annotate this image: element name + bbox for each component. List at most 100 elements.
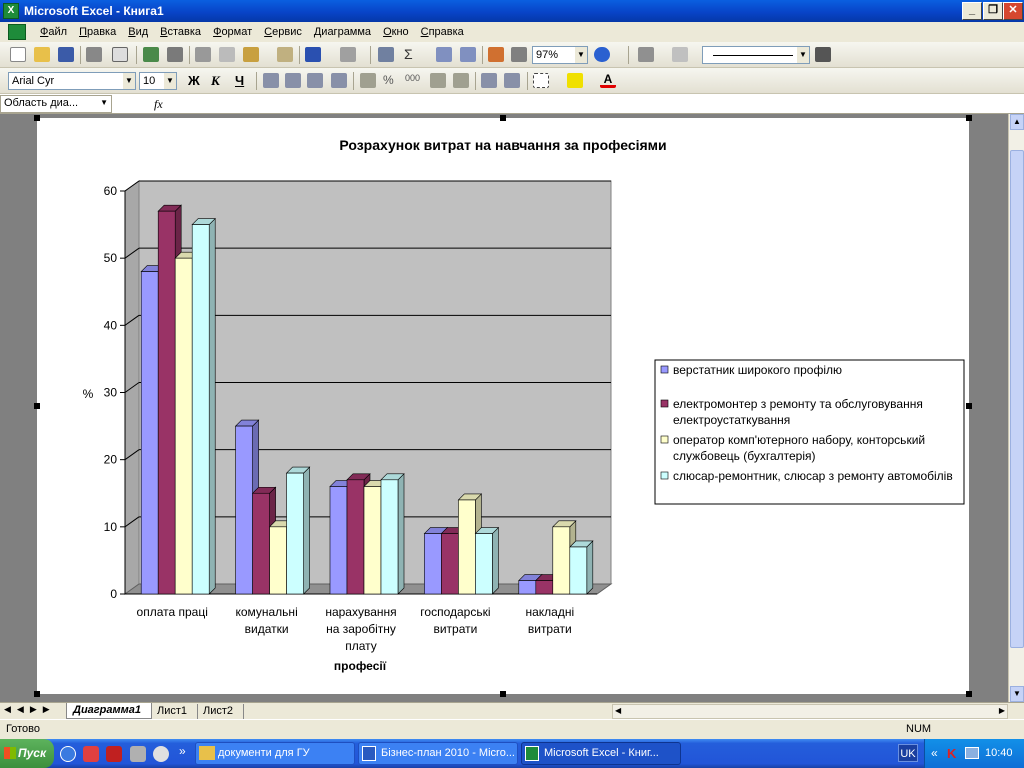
- print-preview-icon[interactable]: [112, 47, 128, 62]
- menu-item[interactable]: Вставка: [154, 25, 207, 39]
- font-size-select[interactable]: 10 ▼: [139, 72, 177, 90]
- menu-item[interactable]: Правка: [73, 25, 122, 39]
- excel-app-icon[interactable]: X: [3, 3, 19, 19]
- paste-icon[interactable]: [243, 47, 259, 62]
- merge-center-icon[interactable]: [331, 73, 347, 88]
- scroll-thumb[interactable]: [1010, 150, 1024, 648]
- vertical-scrollbar[interactable]: ▲ ▼: [1008, 114, 1024, 702]
- task-word[interactable]: Бізнес-план 2010 - Micro...: [358, 742, 518, 765]
- x-tick-label: оплата праці: [137, 605, 208, 619]
- underline-button[interactable]: Ч: [235, 73, 244, 88]
- copy-icon[interactable]: [219, 47, 235, 62]
- ie-icon[interactable]: [60, 746, 76, 762]
- scroll-up-icon[interactable]: ▲: [1010, 114, 1024, 130]
- task-excel[interactable]: Microsoft Excel - Книг...: [521, 742, 681, 765]
- selection-handle[interactable]: [500, 115, 506, 121]
- tab-chart1[interactable]: Диаграмма1: [66, 703, 152, 719]
- increase-indent-icon[interactable]: [504, 73, 520, 88]
- line-style-select[interactable]: ▼: [702, 46, 810, 64]
- bar: [424, 533, 442, 595]
- selection-handle[interactable]: [966, 115, 972, 121]
- eraser-icon[interactable]: [672, 47, 688, 62]
- zoom-select[interactable]: 97% ▼: [532, 46, 588, 64]
- formula-input[interactable]: [172, 95, 1024, 113]
- language-indicator[interactable]: UK: [898, 744, 918, 762]
- more-quicklaunch-icon[interactable]: »: [179, 744, 186, 758]
- antivirus-icon[interactable]: K: [947, 746, 956, 761]
- print-icon[interactable]: [86, 47, 102, 62]
- format-painter-icon[interactable]: [277, 47, 293, 62]
- chart-type-icon[interactable]: [638, 47, 654, 62]
- borders-icon[interactable]: [533, 73, 549, 88]
- italic-button[interactable]: К: [211, 73, 220, 89]
- decrease-indent-icon[interactable]: [481, 73, 497, 88]
- menu-item[interactable]: Файл: [34, 25, 73, 39]
- font-color-icon[interactable]: A: [600, 73, 616, 88]
- fx-icon[interactable]: fx: [154, 97, 163, 112]
- currency-icon[interactable]: [360, 73, 376, 88]
- workbook-icon[interactable]: [8, 24, 26, 40]
- menu-item[interactable]: Справка: [415, 25, 470, 39]
- selection-handle[interactable]: [34, 691, 40, 697]
- name-box[interactable]: Область диа... ▼: [0, 95, 112, 113]
- comma-style-icon[interactable]: 000: [405, 73, 421, 88]
- autosum-icon[interactable]: Σ: [404, 47, 420, 62]
- chart-area[interactable]: 0 10 20 30 40 50 60 оплата праці комунальні видат…: [37, 118, 969, 694]
- start-button[interactable]: Пуск: [0, 739, 54, 768]
- help-icon[interactable]: [594, 47, 610, 62]
- scroll-left-icon[interactable]: ◀: [615, 706, 621, 715]
- undo-icon[interactable]: [305, 47, 321, 62]
- menu-item[interactable]: Диаграмма: [308, 25, 377, 39]
- selection-handle[interactable]: [966, 403, 972, 409]
- minimize-button[interactable]: _: [962, 2, 982, 20]
- selection-handle[interactable]: [34, 403, 40, 409]
- task-folder[interactable]: документи для ГУ: [195, 742, 355, 765]
- selection-handle[interactable]: [34, 115, 40, 121]
- menu-item[interactable]: Вид: [122, 25, 154, 39]
- increase-decimal-icon[interactable]: [430, 73, 446, 88]
- quicklaunch-d-icon[interactable]: [106, 746, 122, 762]
- scroll-right-icon[interactable]: ▶: [999, 706, 1005, 715]
- line-color-icon[interactable]: [815, 47, 831, 62]
- formatting-toolbar: Arial Cyr ▼ 10 ▼ Ж К Ч % 000 A: [0, 68, 1024, 94]
- percent-icon[interactable]: %: [383, 73, 399, 88]
- fill-color-icon[interactable]: [567, 73, 583, 88]
- align-center-icon[interactable]: [285, 73, 301, 88]
- tab-sheet2[interactable]: Лист2: [200, 704, 244, 719]
- spelling-icon[interactable]: [143, 47, 159, 62]
- hyperlink-icon[interactable]: [378, 47, 394, 62]
- decrease-decimal-icon[interactable]: [453, 73, 469, 88]
- cut-icon[interactable]: [195, 47, 211, 62]
- drawing-icon[interactable]: [511, 47, 527, 62]
- bold-button[interactable]: Ж: [188, 73, 200, 88]
- y-tick-label: 20: [104, 453, 118, 467]
- network-icon[interactable]: [965, 747, 979, 759]
- media-player-icon[interactable]: [153, 746, 169, 762]
- menu-item[interactable]: Сервис: [258, 25, 308, 39]
- open-icon[interactable]: [34, 47, 50, 62]
- sort-descending-icon[interactable]: [460, 47, 476, 62]
- clock[interactable]: 10:40: [985, 747, 1013, 759]
- menu-item[interactable]: Окно: [377, 25, 415, 39]
- save-icon[interactable]: [58, 47, 74, 62]
- scroll-down-icon[interactable]: ▼: [1010, 686, 1024, 702]
- research-icon[interactable]: [167, 47, 183, 62]
- tab-sheet1[interactable]: Лист1: [154, 704, 198, 719]
- selection-handle[interactable]: [966, 691, 972, 697]
- sort-ascending-icon[interactable]: [436, 47, 452, 62]
- redo-icon[interactable]: [340, 47, 356, 62]
- close-button[interactable]: ✕: [1003, 2, 1023, 20]
- selection-handle[interactable]: [500, 691, 506, 697]
- align-right-icon[interactable]: [307, 73, 323, 88]
- align-left-icon[interactable]: [263, 73, 279, 88]
- chart-wizard-icon[interactable]: [488, 47, 504, 62]
- menu-item[interactable]: Формат: [207, 25, 258, 39]
- horizontal-scrollbar[interactable]: ◀ ▶: [612, 704, 1008, 719]
- tray-expand-icon[interactable]: «: [931, 746, 938, 760]
- quicklaunch-app-icon[interactable]: [130, 746, 146, 762]
- tab-scroll-icons[interactable]: ◀◀▶▶: [4, 704, 56, 715]
- font-select[interactable]: Arial Cyr ▼: [8, 72, 136, 90]
- new-icon[interactable]: [10, 47, 26, 62]
- quicklaunch-c-icon[interactable]: [83, 746, 99, 762]
- maximize-button[interactable]: ❐: [983, 2, 1003, 20]
